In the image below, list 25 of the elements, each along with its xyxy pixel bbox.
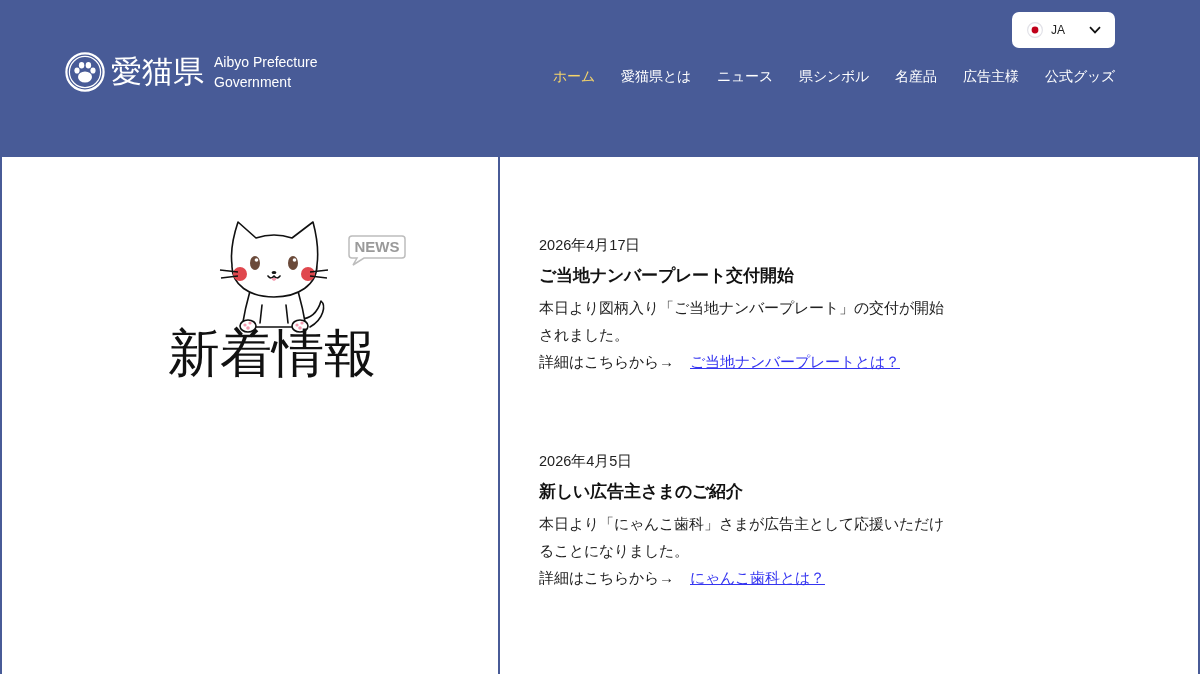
nav-link[interactable]: 名産品	[895, 67, 937, 87]
details-prompt: 詳細はこちらから→	[539, 352, 674, 372]
nav-link[interactable]: 広告主様	[963, 67, 1019, 87]
details-link[interactable]: にゃんこ歯科とは？	[690, 564, 825, 591]
prefecture-name: 愛猫県	[111, 53, 204, 91]
nav-link[interactable]: 公式グッズ	[1045, 67, 1115, 87]
details-link[interactable]: ご当地ナンバープレートとは？	[690, 348, 900, 375]
details-prompt: 詳細はこちらから→	[539, 568, 674, 588]
news-date: 2026年4月5日	[539, 452, 633, 471]
language-selector[interactable]: JA	[1012, 12, 1115, 48]
nav-link[interactable]: 県シンボル	[799, 67, 869, 87]
news-title: 新しい広告主さまのご紹介	[539, 481, 743, 502]
chevron-down-icon	[1089, 26, 1101, 34]
news-text: 本日より図柄入り「ご当地ナンバープレート」の交付が開始されました。	[539, 298, 945, 345]
news-heading: 新着情報	[168, 323, 376, 383]
news-text: 本日より「にゃんこ歯科」さまが広告主として応援いただけることになりました。	[539, 514, 945, 561]
prefecture-subtitle: Aibyo Prefecture Government	[214, 53, 319, 92]
flag-icon	[1027, 22, 1043, 38]
paw-logo-icon	[65, 52, 105, 92]
nav-link[interactable]: 愛猫県とは	[621, 67, 691, 87]
news-speech-bubble: NEWS	[348, 235, 406, 266]
nav-link[interactable]: ニュース	[717, 67, 773, 87]
news-title: ご当地ナンバープレート交付開始	[539, 265, 794, 286]
news-date: 2026年4月17日	[539, 236, 641, 255]
nav-link[interactable]: ホーム	[553, 67, 595, 87]
